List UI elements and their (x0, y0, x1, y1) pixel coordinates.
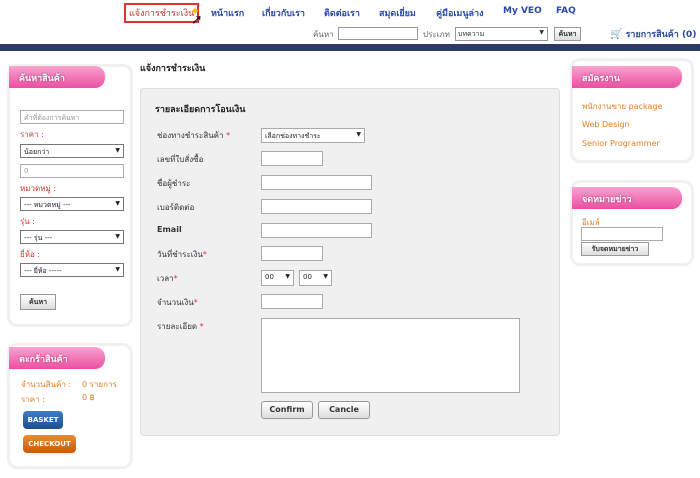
job-link-2[interactable]: Web Design (582, 120, 630, 129)
amount-label: จำนวนเงิน* (157, 298, 198, 307)
nav-home[interactable]: หน้าแรก (211, 6, 244, 20)
header-search-input[interactable] (338, 27, 418, 40)
confirm-button[interactable]: Confirm (261, 401, 313, 419)
left-search-button[interactable]: ค้นหา (20, 294, 56, 310)
payment-form: รายละเอียดการโอนเงิน ช่องทางชำระสินค้า *… (140, 88, 560, 436)
header-search-bar: ค้นหา ประเภท บทความ ▼ ค้นหา (0, 24, 700, 44)
top-nav: แจ้งการชำระเงิน ✦ ➚ หน้าแรก เกี่ยวกับเรา… (0, 0, 700, 28)
phone-input[interactable] (261, 199, 372, 214)
nav-guestbook[interactable]: สมุดเยี่ยม (379, 6, 416, 20)
category-label: หมวดหมู่ : (20, 184, 57, 193)
minute-select[interactable]: 00 (299, 270, 332, 286)
brand-select[interactable]: --- ยี่ห้อ ----- (20, 263, 124, 277)
form-section-title: รายละเอียดการโอนเงิน (155, 105, 246, 115)
cart-count-label: จำนวนสินค้า : (21, 380, 72, 389)
basket-button[interactable]: BASKET (23, 411, 63, 429)
email-label: Email (157, 225, 182, 234)
nav-payment-notice[interactable]: แจ้งการชำระเงิน (124, 3, 200, 23)
cart-icon: 🛒 (610, 29, 623, 40)
page-title: แจ้งการชำระเงิน (140, 64, 206, 74)
job-link-3[interactable]: Senior Programmer (582, 139, 660, 148)
keyword-input[interactable]: คำที่ต้องการค้นหา (20, 110, 124, 124)
cart-panel-title: ตะกร้าสินค้า (9, 347, 105, 369)
date-label: วันที่ชำระเงิน* (157, 250, 207, 259)
cart-price-value: 0 ฿ (82, 393, 95, 402)
category-select[interactable]: --- หมวดหมู่ --- (20, 197, 124, 211)
type-label: ประเภท (423, 30, 450, 39)
model-select[interactable]: --- รุ่น --- (20, 230, 124, 244)
price-input[interactable]: 0 (20, 164, 124, 178)
nav-contact[interactable]: ติดต่อเรา (324, 6, 360, 20)
newsletter-email-input[interactable] (581, 227, 663, 241)
header-band (0, 44, 700, 51)
cart-label: รายการสินค้า (0) (625, 30, 697, 40)
product-search-panel (7, 64, 133, 327)
detail-textarea[interactable] (261, 318, 520, 393)
email-input[interactable] (261, 223, 372, 238)
channel-select[interactable]: เลือกช่องทางชำระ (261, 128, 365, 143)
checkout-button[interactable]: CHECKOUT (23, 435, 76, 453)
detail-label: รายละเอียด * (157, 322, 204, 331)
date-input[interactable] (261, 246, 323, 261)
phone-label: เบอร์ติดต่อ (157, 203, 195, 212)
job-link-1[interactable]: พนักงานขาย package (582, 100, 662, 113)
jobs-title: สมัครงาน (572, 66, 682, 88)
amount-input[interactable] (261, 294, 323, 309)
payer-label: ชื่อผู้ชำระ (157, 179, 191, 188)
product-search-title: ค้นหาสินค้า (9, 66, 105, 88)
nav-faq[interactable]: FAQ (556, 6, 576, 16)
order-label: เลขที่ใบสั่งซื้อ (157, 155, 204, 164)
hour-select[interactable]: 00 (261, 270, 294, 286)
nav-my-veo[interactable]: My VEO (503, 6, 542, 16)
channel-label: ช่องทางชำระสินค้า * (157, 131, 231, 140)
order-input[interactable] (261, 151, 323, 166)
cart-link[interactable]: 🛒 รายการสินค้า (0) (610, 27, 696, 41)
nav-about[interactable]: เกี่ยวกับเรา (262, 6, 305, 20)
header-search-button[interactable]: ค้นหา (554, 27, 581, 41)
price-compare-select[interactable]: น้อยกว่า (20, 144, 124, 158)
subscribe-button[interactable]: รับจดหมายข่าว (581, 242, 649, 256)
cart-count-value: 0 รายการ (82, 380, 117, 389)
payer-input[interactable] (261, 175, 372, 190)
cart-price-label: ราคา : (21, 395, 45, 404)
newsletter-title: จดหมายข่าว (572, 187, 682, 209)
cancel-button[interactable]: Cancle (318, 401, 370, 419)
type-select[interactable]: บทความ ▼ (455, 27, 548, 41)
nav-manual[interactable]: คู่มือเมนูล่าง (436, 6, 483, 20)
search-label: ค้นหา (313, 30, 334, 39)
time-label: เวลา* (157, 274, 178, 283)
model-label: รุ่น : (20, 217, 36, 226)
brand-label: ยี่ห้อ : (20, 250, 41, 259)
price-label: ราคา : (20, 130, 44, 139)
